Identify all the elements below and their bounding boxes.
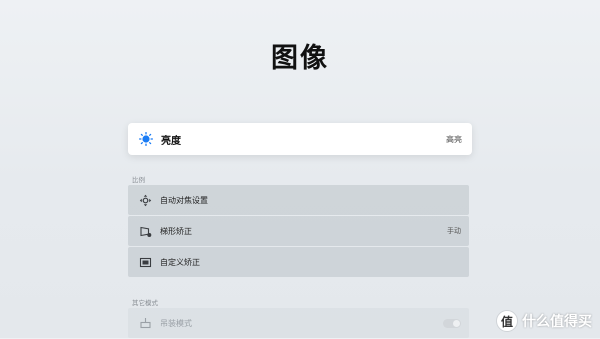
sun-icon <box>139 132 153 146</box>
custom-correction-icon <box>138 255 152 269</box>
brightness-value: 高亮 <box>446 134 462 144</box>
ceiling-mount-toggle[interactable] <box>443 318 461 328</box>
autofocus-icon <box>138 193 152 207</box>
custom-correction-label: 自定义矫正 <box>160 257 200 267</box>
keystone-value: 手动 <box>447 227 461 235</box>
watermark-text: 什么值得买 <box>522 314 592 330</box>
section-title-ratio: 比例 <box>132 176 145 184</box>
keystone-icon <box>138 224 152 238</box>
other-modes-group: 吊装模式 <box>128 308 469 339</box>
toggle-knob <box>453 319 460 327</box>
ratio-settings-group: 自动对焦设置 梯形矫正 手动 自定义矫正 <box>128 185 469 278</box>
ceiling-mount-mode-item[interactable]: 吊装模式 <box>128 308 469 338</box>
watermark-logo: 值 什么值得买 <box>496 310 592 332</box>
section-title-other-modes: 其它模式 <box>132 299 158 307</box>
custom-correction-item[interactable]: 自定义矫正 <box>128 247 469 277</box>
brightness-setting[interactable]: 亮度 高亮 <box>128 123 472 155</box>
brightness-label: 亮度 <box>161 135 181 147</box>
ceiling-mount-icon <box>138 316 152 330</box>
keystone-correction-item[interactable]: 梯形矫正 手动 <box>128 216 469 246</box>
autofocus-setting-item[interactable]: 自动对焦设置 <box>128 185 469 215</box>
page-title: 图像 <box>271 43 329 74</box>
ceiling-mount-label: 吊装模式 <box>160 318 192 328</box>
autofocus-label: 自动对焦设置 <box>160 195 208 205</box>
keystone-label: 梯形矫正 <box>160 226 192 236</box>
watermark-badge: 值 <box>496 310 518 332</box>
